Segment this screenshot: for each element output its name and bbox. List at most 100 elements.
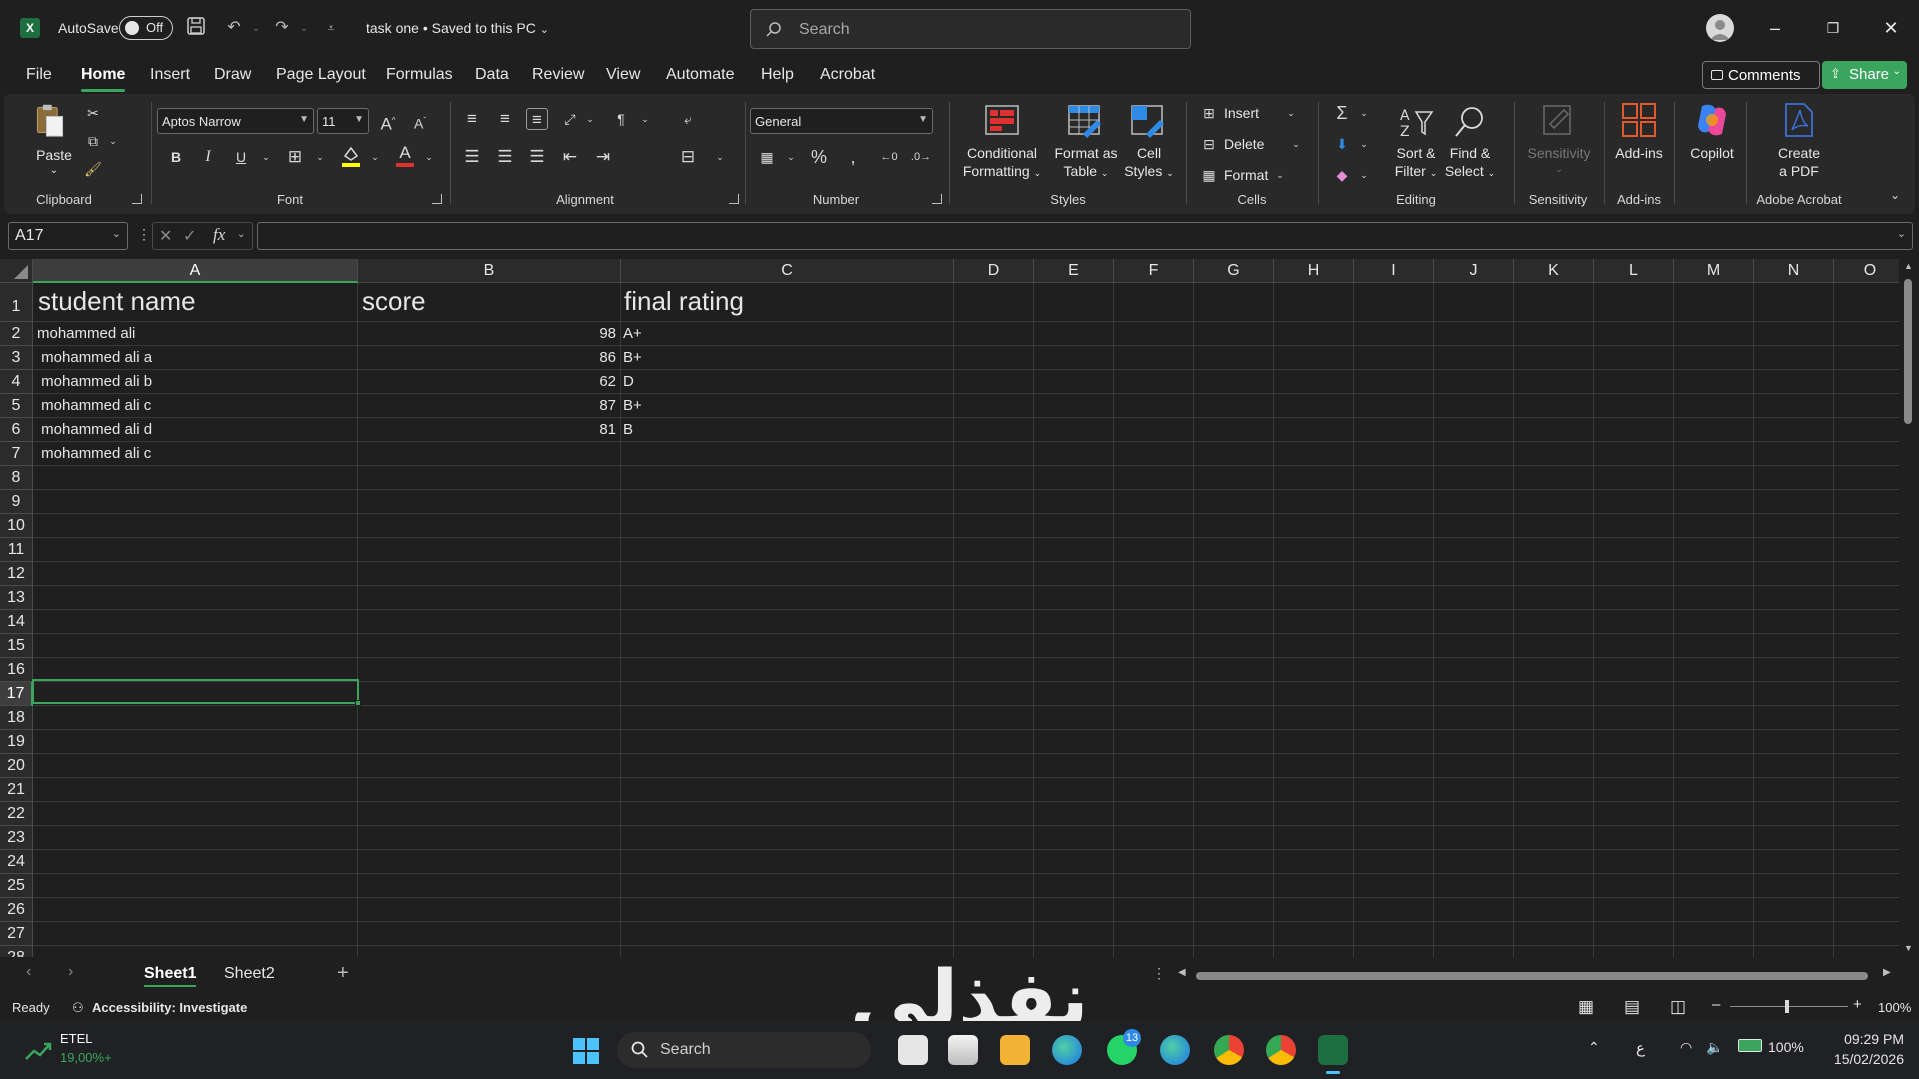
align-right-icon[interactable]: ☰ [526,146,548,168]
comments-button[interactable]: Comments [1702,61,1820,89]
cell-c5[interactable]: B+ [623,397,949,414]
paste-dropdown-icon[interactable]: ⌄ [44,162,64,180]
row-header-14[interactable]: 14 [0,610,33,634]
row-header-9[interactable]: 9 [0,490,33,514]
delete-cells-label[interactable]: Delete [1224,135,1264,153]
select-all-corner[interactable] [0,259,33,283]
zoom-level[interactable]: 100% [1878,1000,1911,1015]
format-dropdown-icon[interactable]: ⌄ [1269,164,1291,186]
column-header-g[interactable]: G [1194,259,1274,283]
page-layout-view-icon[interactable]: ▤ [1624,997,1640,1017]
cell-styles-label-1[interactable]: Cell [1124,144,1174,162]
customize-qat-icon[interactable]: ⩡ [319,16,343,40]
column-header-o[interactable]: O [1834,259,1907,283]
bold-button[interactable]: B [165,146,187,168]
show-hidden-icons-icon[interactable]: ⌃ [1588,1039,1600,1056]
sort-filter-icon[interactable]: AZ [1398,104,1434,140]
windows-start-icon[interactable] [572,1037,600,1065]
expand-formula-icon[interactable]: ⌄ [1897,227,1906,240]
create-pdf-icon[interactable] [1780,102,1816,138]
column-header-n[interactable]: N [1754,259,1834,283]
cell-a6[interactable]: mohammed ali d [37,421,355,438]
battery-level[interactable]: 100% [1768,1039,1804,1055]
vertical-scrollbar[interactable]: ▲ ▼ [1899,259,1919,957]
tab-formulas[interactable]: Formulas [386,66,453,84]
fill-icon[interactable]: ⬇ [1331,133,1353,155]
row-header-6[interactable]: 6 [0,418,33,442]
cell-styles-icon[interactable] [1130,104,1166,140]
cell-c3[interactable]: B+ [623,349,949,366]
edge-icon[interactable] [1052,1035,1082,1065]
conditional-formatting-label-1[interactable]: Conditional [956,144,1048,162]
row-header-22[interactable]: 22 [0,802,33,826]
share-button[interactable]: ⇪ Share ⌄ [1822,61,1907,89]
text-direction-dropdown-icon[interactable]: ⌄ [634,108,656,130]
borders-dropdown-icon[interactable]: ⌄ [309,146,331,168]
comma-style-icon[interactable]: , [842,146,864,168]
close-button[interactable]: ✕ [1876,14,1906,42]
cell-c1[interactable]: final rating [624,286,950,317]
italic-button[interactable]: I [197,146,219,168]
scroll-right-icon[interactable]: ▶ [1883,967,1891,978]
worksheet-grid[interactable]: ABCDEFGHIJKLMNO 1 2 3 4 5 6 7 8 9 10 11 12 13 14 15 16 1… [0,259,1919,957]
row-header-17[interactable]: 17 [0,682,33,706]
orientation-dropdown-icon[interactable]: ⌄ [579,108,601,130]
conditional-formatting-icon[interactable] [984,104,1020,140]
stock-name[interactable]: ETEL [60,1031,93,1046]
decrease-font-icon[interactable]: Aˇ [409,110,431,132]
cell-a4[interactable]: mohammed ali b [37,373,355,390]
increase-indent-icon[interactable]: ⇥ [592,146,614,168]
name-box[interactable]: A17 ⌄ [8,222,128,250]
store-icon[interactable] [948,1035,978,1065]
add-sheet-button[interactable]: + [337,962,349,985]
insert-dropdown-icon[interactable]: ⌄ [1280,102,1302,124]
find-select-button[interactable]: Select ⌄ [1436,162,1504,182]
clear-dropdown-icon[interactable]: ⌄ [1353,164,1375,186]
undo-dropdown-icon[interactable]: ⌄ [244,16,268,40]
copy-icon[interactable]: ⧉ [82,130,104,152]
delete-cells-icon[interactable]: ⊟ [1198,133,1220,155]
tab-draw[interactable]: Draw [214,66,251,84]
format-cells-label[interactable]: Format [1224,166,1268,184]
conditional-formatting-button[interactable]: Formatting ⌄ [956,162,1048,182]
text-direction-icon[interactable]: ¶ [610,108,632,130]
chrome-icon[interactable] [1214,1035,1244,1065]
row-header-24[interactable]: 24 [0,850,33,874]
row-header-28[interactable]: 28 [0,946,33,957]
document-title[interactable]: task one • Saved to this PC ⌄ [366,20,549,36]
number-launcher-icon[interactable] [932,194,942,204]
increase-font-icon[interactable]: A^ [377,110,399,134]
row-header-19[interactable]: 19 [0,730,33,754]
merge-dropdown-icon[interactable]: ⌄ [709,146,731,168]
search-box[interactable]: Search [750,9,1191,49]
row-header-21[interactable]: 21 [0,778,33,802]
tab-acrobat[interactable]: Acrobat [820,66,875,84]
fill-handle[interactable] [355,700,361,706]
clear-icon[interactable]: ◆ [1331,164,1353,186]
collapse-ribbon-icon[interactable]: ⌄ [1884,184,1906,206]
tab-home[interactable]: Home [81,66,125,84]
underline-dropdown-icon[interactable]: ⌄ [255,146,277,168]
paste-icon[interactable] [32,102,68,138]
merge-center-icon[interactable]: ⊟ [677,146,699,168]
normal-view-icon[interactable]: ▦ [1578,997,1594,1017]
confirm-entry-icon[interactable]: ✓ [183,226,196,246]
cell-a2[interactable]: mohammed ali [37,325,355,342]
fill-dropdown-icon[interactable]: ⌄ [1353,133,1375,155]
taskbar-search[interactable]: Search [617,1032,871,1068]
underline-button[interactable]: U [230,146,252,168]
sheet-tab-sheet1[interactable]: Sheet1 [134,961,207,989]
row-header-3[interactable]: 3 [0,346,33,370]
row-header-23[interactable]: 23 [0,826,33,850]
align-middle-icon[interactable]: ≡ [494,108,516,130]
font-name-select[interactable]: Aptos Narrow ▼ [157,108,314,134]
cell-b4[interactable]: 62 [358,373,616,390]
account-avatar[interactable] [1706,14,1734,42]
borders-icon[interactable]: ⊞ [284,146,306,168]
excel-taskbar-icon[interactable] [1318,1035,1348,1065]
tab-help[interactable]: Help [761,66,794,84]
cell-b3[interactable]: 86 [358,349,616,366]
row-header-7[interactable]: 7 [0,442,33,466]
wifi-icon[interactable]: ◠ [1680,1039,1692,1056]
insert-cells-icon[interactable]: ⊞ [1198,102,1220,124]
